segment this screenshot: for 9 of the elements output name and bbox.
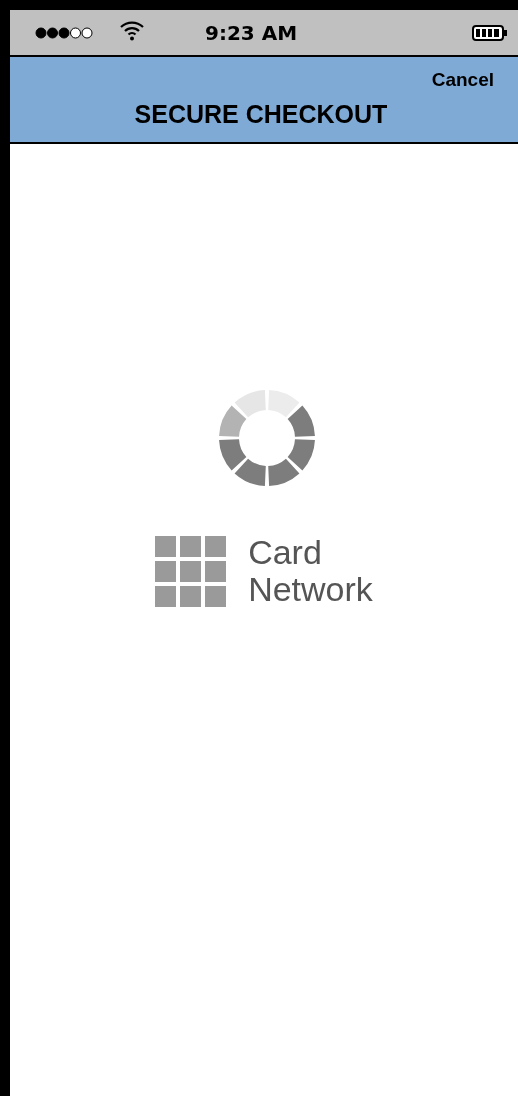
grid-icon [155,535,227,607]
battery-icon [472,24,508,41]
brand-name: Card [248,534,323,571]
page-title: SECURE CHECKOUT [133,100,389,129]
status-time: 9:23 AM [205,20,298,45]
brand-name: Network [248,571,373,608]
cancel-button[interactable]: Cancel [431,69,494,91]
signal-icon [35,26,93,39]
loading-spinner-icon [217,388,317,488]
